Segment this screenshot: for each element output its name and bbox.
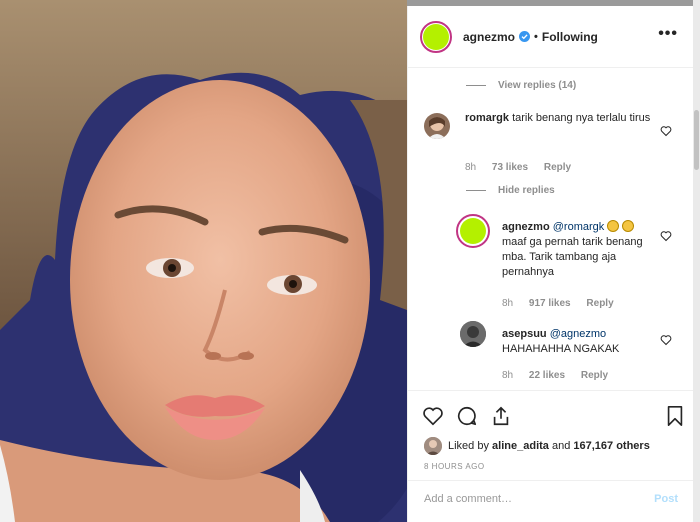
- following-button[interactable]: Following: [542, 30, 598, 44]
- view-replies-label: View replies (14): [498, 80, 577, 91]
- avatar-image: [423, 23, 449, 50]
- hide-replies-label: Hide replies: [498, 185, 555, 196]
- reply-body: asepsuu @agnezmo HAHAHAHHA NGAKAK: [502, 327, 662, 357]
- author-username[interactable]: agnezmo: [463, 30, 515, 44]
- post-photo[interactable]: [0, 0, 407, 522]
- reply-text: maaf ga pernah tarik benang mba. Tarik t…: [502, 236, 643, 278]
- bookmark-icon[interactable]: [664, 405, 686, 427]
- reply-username[interactable]: asepsuu: [502, 328, 547, 340]
- scrollbar-thumb[interactable]: [694, 110, 699, 170]
- sweat-smile-emoji-icon: [622, 220, 635, 232]
- comment-username[interactable]: romargk: [465, 112, 509, 124]
- reply-likes[interactable]: 917 likes: [529, 298, 571, 309]
- heart-icon[interactable]: [660, 125, 672, 137]
- author-avatar[interactable]: [420, 20, 452, 53]
- reply-author-avatar[interactable]: [456, 214, 490, 248]
- reply-meta: 8h 22 likes Reply: [502, 370, 621, 381]
- like-heart-icon[interactable]: [422, 405, 444, 427]
- more-icon[interactable]: •••: [658, 26, 678, 42]
- verified-icon: [519, 31, 531, 42]
- hide-replies-toggle[interactable]: Hide replies: [466, 185, 555, 196]
- reply-time[interactable]: 8h: [502, 298, 513, 309]
- comment-icon[interactable]: [456, 405, 478, 427]
- liked-count[interactable]: 167,167 others: [573, 440, 649, 452]
- comment-likes[interactable]: 73 likes: [492, 162, 528, 173]
- reply-item: agnezmo @romargk maaf ga pernah tarik be…: [408, 212, 694, 316]
- comment-time[interactable]: 8h: [465, 162, 476, 173]
- avatar-image: [460, 218, 486, 244]
- comment-item: romargk tarik benang nya terlalu tirus 8…: [408, 106, 694, 176]
- reply-button[interactable]: Reply: [544, 162, 571, 173]
- reply-button[interactable]: Reply: [586, 298, 613, 309]
- header-separator: •: [534, 30, 538, 43]
- reply-button[interactable]: Reply: [581, 370, 608, 381]
- liked-by-user[interactable]: aline_adita: [492, 440, 549, 452]
- liked-prefix: Liked by: [448, 440, 489, 452]
- liked-and: and: [551, 440, 571, 452]
- share-icon[interactable]: [490, 405, 512, 427]
- view-replies-toggle[interactable]: View replies (14): [466, 80, 576, 91]
- heart-icon[interactable]: [660, 334, 672, 346]
- sweat-smile-emoji-icon: [607, 220, 620, 232]
- reply-meta: 8h 917 likes Reply: [502, 298, 627, 309]
- post-comment-button[interactable]: Post: [654, 493, 678, 505]
- liked-by-avatar-image: [424, 437, 442, 455]
- selfie-image: [0, 0, 407, 522]
- post-timestamp[interactable]: 8 HOURS AGO: [424, 462, 485, 471]
- liked-by-summary: Liked by aline_adita and 167,167 others: [424, 437, 650, 455]
- comment-body: romargk tarik benang nya terlalu tirus: [465, 111, 665, 126]
- comment-meta: 8h 73 likes Reply: [465, 162, 584, 173]
- heart-icon[interactable]: [660, 230, 672, 242]
- reply-username[interactable]: agnezmo: [502, 221, 550, 233]
- post-side-panel: agnezmo • Following ••• View replies (14…: [407, 6, 694, 522]
- replies-divider: [466, 190, 486, 191]
- add-comment-bar: Post: [408, 480, 694, 517]
- comment-text: tarik benang nya terlalu tirus: [512, 112, 651, 124]
- post-actions: Liked by aline_adita and 167,167 others …: [408, 390, 694, 520]
- commenter-avatar[interactable]: [424, 113, 450, 139]
- reply-mention[interactable]: @romargk: [553, 221, 605, 233]
- liked-by-avatar[interactable]: [424, 437, 442, 455]
- commenter-avatar-image: [428, 117, 446, 139]
- reply-author-avatar[interactable]: [460, 321, 486, 347]
- post-header: agnezmo • Following •••: [408, 6, 694, 68]
- reply-likes[interactable]: 22 likes: [529, 370, 565, 381]
- reply-avatar-image: [460, 321, 486, 347]
- reply-mention[interactable]: @agnezmo: [550, 328, 606, 340]
- reply-body: agnezmo @romargk maaf ga pernah tarik be…: [502, 220, 652, 280]
- replies-divider: [466, 85, 486, 86]
- reply-item: asepsuu @agnezmo HAHAHAHHA NGAKAK 8h 22 …: [408, 318, 694, 388]
- reply-time[interactable]: 8h: [502, 370, 513, 381]
- comment-input[interactable]: [424, 493, 655, 505]
- reply-text: HAHAHAHHA NGAKAK: [502, 343, 620, 355]
- window-scrollbar[interactable]: [693, 0, 700, 522]
